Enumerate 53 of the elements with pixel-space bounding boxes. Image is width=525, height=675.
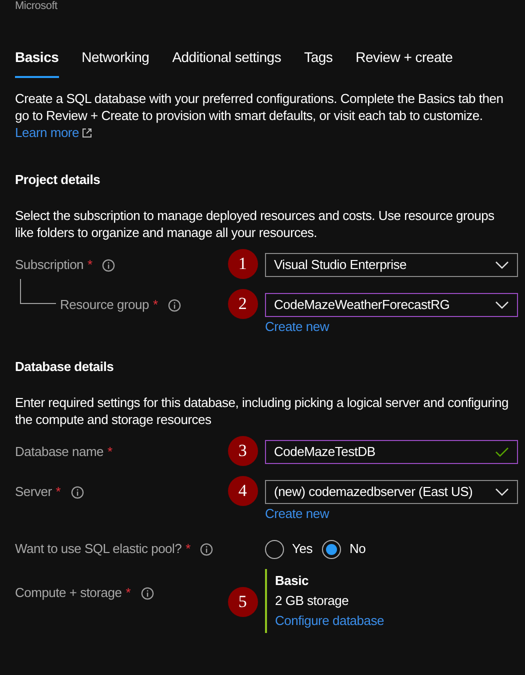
radio-button[interactable] <box>265 540 284 558</box>
configure-database-link[interactable]: Configure database <box>275 611 384 631</box>
radio-button[interactable] <box>322 540 342 558</box>
storage-text: 2 GB storage <box>275 592 350 610</box>
create-new-link[interactable]: Create new <box>265 505 518 523</box>
chevron-down-icon <box>495 301 509 309</box>
tier-name: Basic <box>275 572 310 590</box>
tab[interactable]: Networking <box>82 47 150 78</box>
step-badge: 5 <box>228 587 258 617</box>
field-label: Compute + storage <box>15 584 122 602</box>
field-label: Want to use SQL elastic pool? <box>15 540 182 558</box>
dropdown[interactable]: (new) codemazedbserver (East US) <box>265 480 518 504</box>
radio-label[interactable]: No <box>349 539 366 559</box>
intro-text: Create a SQL database with your preferred configurations. Complete the Basics tab then go to Review + Create to provision with smart defaults, or visit each tab to customize. Learn more <box>15 90 504 141</box>
tab[interactable]: Basics <box>15 47 59 78</box>
required-mark: * <box>88 256 92 274</box>
required-mark: * <box>108 443 112 462</box>
info-icon[interactable] <box>70 486 84 498</box>
chevron-down-icon <box>495 261 509 269</box>
required-mark: * <box>56 483 61 502</box>
dropdown[interactable]: Visual Studio Enterprise <box>265 253 518 277</box>
tree-connector <box>20 279 56 304</box>
field-label: Server <box>15 483 52 502</box>
section-description: Select the subscription to manage deployed resources and costs. Use resource groups like folders to organize and manage all your resources. <box>15 207 496 241</box>
step-badge: 2 <box>228 289 258 319</box>
required-mark: * <box>126 584 130 602</box>
field-label: Subscription <box>15 256 84 274</box>
tab[interactable]: Tags <box>304 47 333 78</box>
input-field[interactable]: CodeMazeTestDB <box>265 440 518 464</box>
external-link-icon <box>82 128 92 138</box>
create-new-link[interactable]: Create new <box>265 318 518 336</box>
step-badge: 1 <box>228 249 258 279</box>
step-badge: 4 <box>228 476 258 506</box>
radio-label[interactable]: Yes <box>292 539 312 559</box>
field-label: Database name <box>15 443 104 462</box>
dropdown[interactable]: CodeMazeWeatherForecastRG <box>265 293 518 317</box>
learn-more-link[interactable]: Learn more <box>15 124 92 141</box>
tab[interactable]: Review + create <box>356 47 453 78</box>
check-icon <box>495 447 509 457</box>
section-heading: Database details <box>15 358 115 376</box>
info-icon[interactable] <box>168 298 181 312</box>
section-heading: Project details <box>15 171 102 189</box>
info-icon[interactable] <box>102 258 116 272</box>
required-mark: * <box>153 296 158 314</box>
publisher-name: Microsoft <box>15 0 58 12</box>
tab[interactable]: Additional settings <box>172 47 282 78</box>
info-icon[interactable] <box>200 542 214 556</box>
field-label: Resource group <box>60 296 149 314</box>
section-description: Enter required settings for this database, including picking a logical server and configuring the compute and storage resources <box>15 394 510 428</box>
step-badge: 3 <box>228 436 258 466</box>
required-mark: * <box>186 540 190 558</box>
info-icon[interactable] <box>140 586 154 600</box>
chevron-down-icon <box>495 488 509 496</box>
